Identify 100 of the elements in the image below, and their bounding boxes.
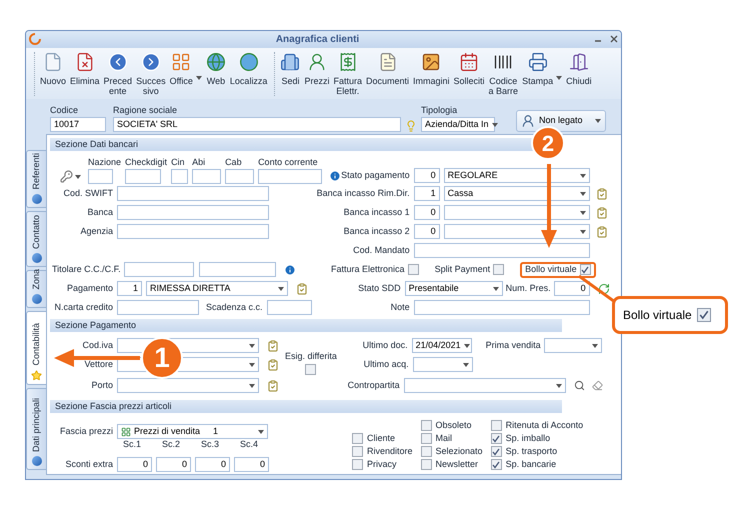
input-field[interactable] — [414, 243, 590, 258]
side-tab[interactable]: Referenti — [26, 150, 46, 208]
input-field[interactable] — [88, 169, 113, 184]
toolbar-button[interactable]: Elimina — [69, 52, 101, 86]
dropdown-field[interactable] — [444, 205, 590, 220]
side-tab[interactable]: Contatto — [26, 211, 46, 267]
input-field[interactable] — [117, 186, 269, 201]
checkbox[interactable] — [490, 459, 502, 470]
toolbar-button[interactable]: Stampa — [521, 52, 564, 86]
input-field[interactable] — [117, 205, 269, 220]
input-field[interactable] — [171, 169, 188, 184]
input-field[interactable]: 1 — [414, 186, 440, 201]
input-field[interactable]: 0 — [414, 168, 440, 183]
toolbar-button[interactable]: Nuovo — [39, 52, 68, 86]
toolbar-button[interactable]: Documenti — [364, 52, 410, 86]
input-field[interactable] — [414, 300, 590, 315]
input-field[interactable]: 0 — [234, 457, 269, 472]
lookup-icon[interactable] — [596, 226, 608, 238]
input-field[interactable]: 0 — [195, 457, 230, 472]
checkbox[interactable] — [305, 364, 316, 375]
dropdown-field[interactable]: Prezzi di vendita 1 — [117, 424, 268, 439]
dropdown-field[interactable] — [404, 378, 566, 393]
toolbar-button[interactable]: Succes sivo — [135, 52, 167, 96]
lookup-icon[interactable] — [296, 282, 308, 294]
dropdown-field[interactable]: Cassa — [444, 186, 590, 201]
toolbar-button[interactable]: Localizza — [228, 52, 268, 86]
dropdown-field[interactable]: Presentabile — [404, 281, 503, 296]
lookup-icon[interactable] — [267, 380, 279, 392]
eraser-icon[interactable] — [592, 380, 603, 391]
input-field[interactable]: 0 — [414, 205, 440, 220]
toolbar-button[interactable]: Sedi — [279, 52, 302, 86]
toolbar-button[interactable]: Preced ente — [102, 52, 134, 96]
checkbox[interactable] — [420, 459, 432, 470]
checkbox[interactable] — [408, 264, 419, 275]
search-icon[interactable] — [574, 380, 585, 391]
toolbar-button[interactable]: Office — [168, 52, 203, 86]
dropdown-field[interactable]: 21/04/2021 — [412, 338, 472, 353]
field-label: Stato pagamento — [341, 168, 411, 182]
checkbox[interactable] — [490, 433, 502, 444]
input-field[interactable]: 1 — [117, 281, 142, 296]
side-tab[interactable]: Zona — [26, 270, 46, 308]
input-field[interactable]: 0 — [117, 457, 152, 472]
field-label: Cod. Mandato — [352, 244, 411, 257]
info-icon[interactable] — [329, 170, 342, 182]
toolbar-button[interactable]: Immagini — [412, 52, 451, 86]
toolbar-button[interactable]: Fattura Elettr. — [332, 52, 363, 96]
lookup-icon[interactable] — [267, 358, 279, 370]
document-icon — [43, 52, 63, 72]
checkbox[interactable] — [493, 264, 504, 275]
input-field[interactable] — [125, 169, 162, 184]
dropdown-field[interactable] — [544, 338, 602, 353]
delete-document-icon — [74, 52, 95, 72]
dropdown-field[interactable] — [412, 357, 473, 372]
input-field[interactable] — [124, 262, 194, 277]
refresh-icon[interactable] — [598, 282, 610, 294]
checkbox[interactable] — [420, 433, 432, 444]
input-field[interactable] — [225, 169, 254, 184]
toolbar-button[interactable]: Codice a Barre — [488, 52, 520, 96]
input-field[interactable] — [198, 262, 276, 277]
input-field[interactable]: SOCIETA' SRL — [113, 117, 401, 132]
input-field[interactable]: 0 — [414, 224, 440, 239]
input-field[interactable]: 0 — [554, 281, 590, 296]
dropdown-field[interactable] — [117, 378, 259, 393]
field-label: Num. Pres. — [506, 282, 551, 295]
input-field[interactable] — [117, 224, 269, 239]
input-field[interactable]: 10017 — [50, 117, 106, 132]
lookup-icon[interactable] — [596, 206, 608, 218]
lookup-icon[interactable] — [267, 340, 279, 352]
door-icon — [568, 52, 589, 72]
checkbox[interactable] — [420, 446, 432, 457]
dropdown-field[interactable]: RIMESSA DIRETTA — [146, 281, 288, 296]
checkbox[interactable] — [420, 420, 432, 431]
checkbox[interactable] — [580, 264, 591, 275]
caret-icon — [75, 174, 81, 178]
link-button[interactable]: Non legato — [516, 110, 606, 132]
lookup-icon[interactable] — [596, 188, 608, 200]
close-icon[interactable] — [610, 35, 618, 44]
dropdown-field[interactable]: REGOLARE — [444, 168, 590, 183]
toolbar-button[interactable]: Prezzi — [303, 52, 330, 86]
dropdown-field[interactable]: Azienda/Ditta In — [421, 117, 495, 132]
dropdown-caret-icon — [249, 344, 255, 348]
checkbox[interactable] — [352, 459, 363, 470]
input-field[interactable] — [258, 169, 322, 184]
checkbox[interactable] — [352, 433, 363, 444]
toolbar-button[interactable]: Web — [204, 52, 227, 86]
toolbar-button[interactable]: Solleciti — [452, 52, 486, 86]
checkbox[interactable] — [352, 446, 363, 457]
input-field[interactable] — [192, 169, 222, 184]
lightbulb-icon[interactable] — [405, 120, 417, 132]
input-field[interactable]: 0 — [156, 457, 191, 472]
toolbar-button[interactable]: Chiudi — [565, 52, 593, 86]
key-icon[interactable] — [60, 170, 73, 183]
side-tab[interactable]: Contabilità — [26, 311, 46, 385]
input-field[interactable] — [266, 300, 312, 315]
checkbox[interactable] — [490, 420, 502, 431]
dropdown-field[interactable] — [444, 224, 590, 239]
side-tab[interactable]: Dati principali — [26, 388, 46, 470]
input-field[interactable] — [117, 300, 199, 315]
info-icon[interactable] — [284, 264, 296, 276]
checkbox[interactable] — [490, 446, 502, 457]
